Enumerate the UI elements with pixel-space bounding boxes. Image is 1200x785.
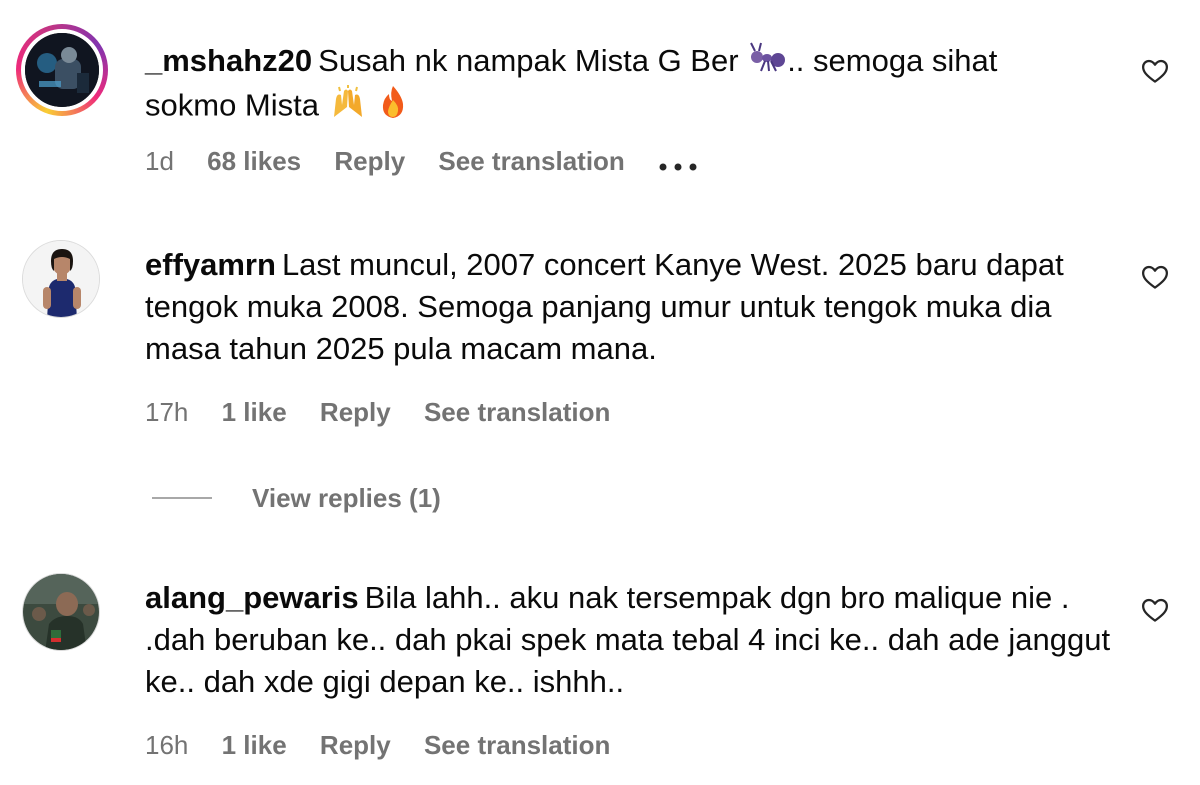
avatar bbox=[21, 29, 103, 111]
comment-text: effyamrn Last muncul, 2007 concert Kanye … bbox=[145, 244, 1135, 370]
avatar-story-ring[interactable] bbox=[16, 24, 108, 116]
comment-time: 1d bbox=[145, 146, 174, 176]
comment-likes[interactable]: 68 likes bbox=[207, 146, 301, 176]
avatar[interactable] bbox=[22, 240, 100, 318]
reply-button[interactable]: Reply bbox=[320, 730, 391, 760]
comment-text: alang_pewaris Bila lahh.. aku nak tersemp… bbox=[145, 577, 1135, 703]
raising-hands-emoji-icon bbox=[330, 85, 366, 130]
see-translation-button[interactable]: See translation bbox=[424, 730, 610, 760]
avatar[interactable] bbox=[22, 573, 100, 651]
view-replies-label: View replies (1) bbox=[252, 482, 441, 513]
fire-emoji-icon bbox=[378, 84, 408, 131]
comment-text: _mshahz20 Susah nk nampak Mista G Ber .. … bbox=[145, 40, 1135, 131]
reply-button[interactable]: Reply bbox=[320, 397, 391, 427]
comment-likes[interactable]: 1 like bbox=[222, 730, 287, 760]
comment-body-cont: .. semoga sihat bbox=[787, 43, 998, 78]
reply-button[interactable]: Reply bbox=[334, 146, 405, 176]
comment-username[interactable]: alang_pewaris bbox=[145, 580, 359, 615]
comment-time: 17h bbox=[145, 397, 189, 427]
comment-body-line2: sokmo Mista bbox=[145, 88, 319, 123]
person-avatar-icon bbox=[23, 241, 99, 317]
see-translation-button[interactable]: See translation bbox=[438, 146, 624, 176]
view-replies-divider bbox=[152, 497, 212, 499]
comment-meta: 16h 1 like Reply See translation bbox=[145, 730, 636, 760]
comment-time: 16h bbox=[145, 730, 189, 760]
comment-username[interactable]: effyamrn bbox=[145, 247, 276, 282]
view-replies-button[interactable]: View replies (1) bbox=[152, 482, 441, 514]
comment-username[interactable]: _mshahz20 bbox=[145, 43, 312, 78]
comment-body: Susah nk nampak Mista G Ber bbox=[318, 43, 739, 78]
comment-meta: 1d 68 likes Reply See translation bbox=[145, 146, 724, 178]
photo-avatar-icon bbox=[23, 574, 99, 650]
ant-emoji-icon bbox=[749, 41, 786, 84]
heart-like-icon[interactable] bbox=[1140, 595, 1170, 625]
comment-likes[interactable]: 1 like bbox=[222, 397, 287, 427]
see-translation-button[interactable]: See translation bbox=[424, 397, 610, 427]
photo-avatar-icon bbox=[25, 33, 99, 107]
comment-meta: 17h 1 like Reply See translation bbox=[145, 397, 636, 427]
comment-body: Last muncul, 2007 concert Kanye West. 20… bbox=[145, 247, 1064, 366]
more-options-icon[interactable] bbox=[658, 148, 698, 178]
heart-like-icon[interactable] bbox=[1140, 262, 1170, 292]
heart-like-icon[interactable] bbox=[1140, 56, 1170, 86]
